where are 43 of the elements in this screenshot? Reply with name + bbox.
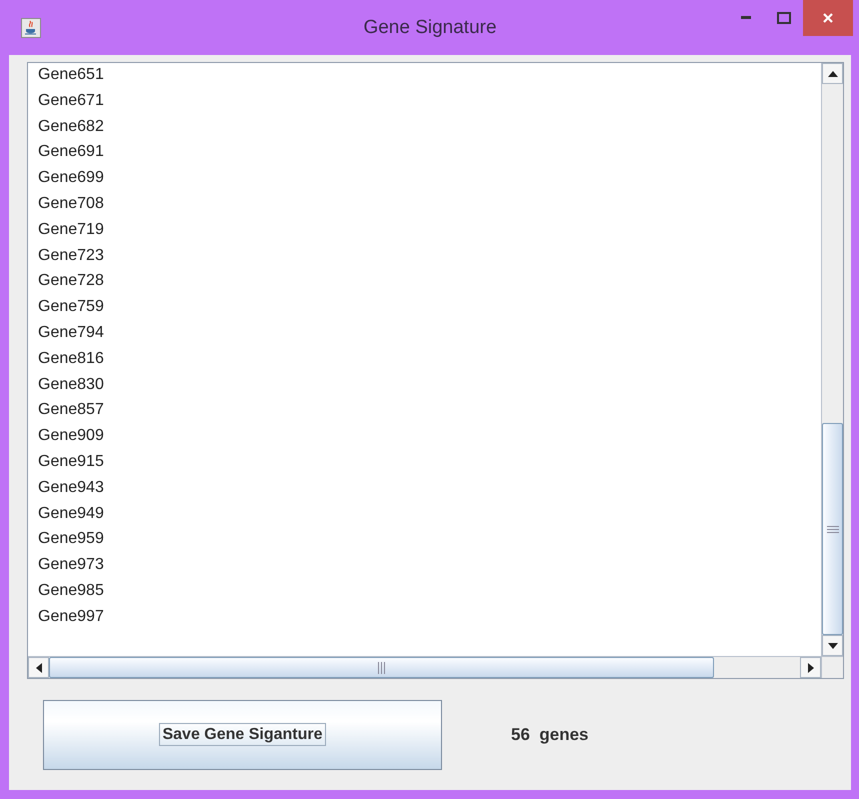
close-icon [822,12,834,24]
gene-item[interactable]: Gene857 [38,400,821,426]
scroll-right-button[interactable] [800,657,821,678]
up-arrow-icon [828,70,838,76]
gene-item[interactable]: Gene699 [38,168,821,194]
gene-item[interactable]: Gene816 [38,348,821,375]
close-button[interactable] [803,0,853,36]
maximize-icon [777,12,791,24]
scrollbar-corner [821,656,843,678]
right-arrow-icon [808,662,814,672]
gene-item[interactable]: Gene985 [38,580,821,607]
gene-item[interactable]: Gene943 [38,478,821,504]
gene-item[interactable]: Gene759 [38,297,821,323]
gene-item[interactable]: Gene959 [38,529,821,556]
window-title: Gene Signature [363,17,497,39]
horizontal-scrollbar[interactable] [28,656,821,678]
gene-item[interactable]: Gene651 [38,65,821,91]
scroll-left-button[interactable] [28,657,49,678]
down-arrow-icon [828,642,838,648]
gene-item[interactable]: Gene682 [38,116,821,142]
gene-item[interactable]: Gene794 [38,322,821,349]
scroll-down-button[interactable] [822,635,843,656]
gene-item[interactable]: Gene997 [38,606,821,633]
gene-item[interactable]: Gene949 [38,504,821,530]
gene-item[interactable]: Gene909 [38,426,821,452]
scroll-up-button[interactable] [822,63,843,84]
scroll-thumb[interactable] [49,657,714,678]
gene-item[interactable]: Gene671 [38,90,821,117]
gene-count: 56 genes [511,724,588,744]
gene-item[interactable]: Gene719 [38,220,821,246]
gene-item[interactable]: Gene723 [38,246,821,272]
save-button[interactable]: Save Gene Siganture [43,700,442,770]
gene-item[interactable]: Gene728 [38,271,821,298]
vertical-scrollbar[interactable] [821,63,843,656]
java-cup-icon [21,18,41,38]
gene-item[interactable]: Gene830 [38,374,821,400]
scroll-thumb[interactable] [822,423,843,635]
gene-item[interactable]: Gene973 [38,555,821,581]
gene-item[interactable]: Gene708 [38,194,821,220]
left-arrow-icon [36,662,42,672]
gene-item[interactable]: Gene691 [38,142,821,168]
minimize-icon [741,16,751,20]
gene-item[interactable]: Gene915 [38,452,821,478]
